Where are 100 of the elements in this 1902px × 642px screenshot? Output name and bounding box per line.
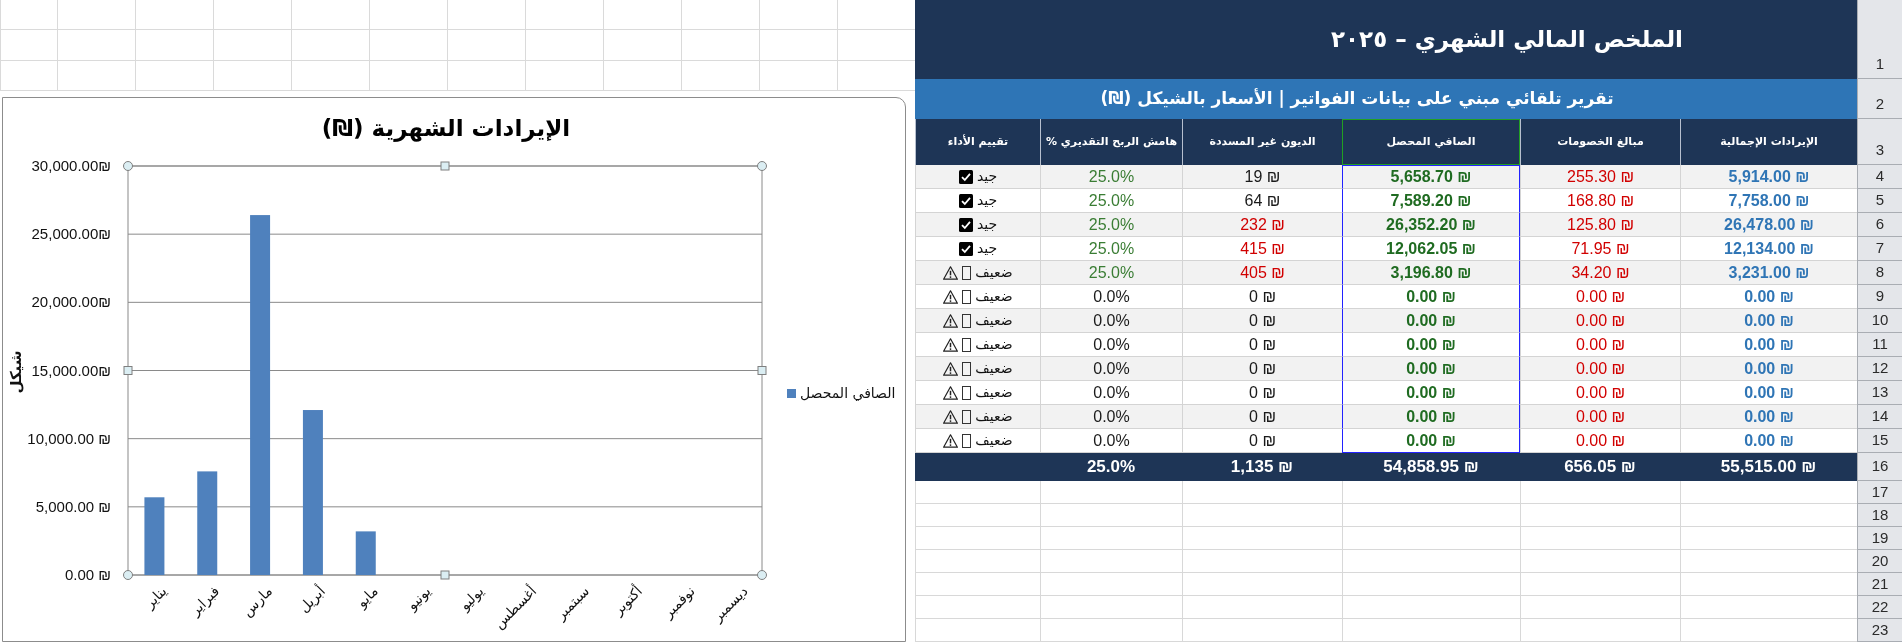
empty-cell[interactable] [447,61,525,91]
empty-cell[interactable] [603,30,681,61]
row-number[interactable]: 6 [1857,213,1902,237]
selection-handle-icon[interactable] [123,366,133,375]
empty-cell[interactable] [291,30,369,61]
empty-cell[interactable] [291,0,369,30]
selection-handle-icon[interactable] [757,161,767,171]
row-number[interactable]: 21 [1857,573,1902,596]
empty-cell[interactable] [369,0,447,30]
empty-cell[interactable] [759,30,837,61]
empty-cell[interactable] [1182,504,1342,527]
empty-cell[interactable] [1182,573,1342,596]
row-number[interactable]: 18 [1857,504,1902,527]
row-number[interactable]: 22 [1857,596,1902,619]
empty-cell[interactable] [759,61,837,91]
empty-cell[interactable] [57,61,135,91]
empty-cell[interactable] [135,61,213,91]
empty-cell[interactable] [1520,550,1680,573]
empty-cell[interactable] [915,573,1040,596]
row-number[interactable]: 20 [1857,550,1902,573]
empty-cell[interactable] [447,0,525,30]
row-number[interactable]: 10 [1857,309,1902,333]
empty-cell[interactable] [915,527,1040,550]
row-number[interactable]: 19 [1857,527,1902,550]
empty-cell[interactable] [213,0,291,30]
selection-handle-icon[interactable] [757,366,767,375]
row-number[interactable]: 7 [1857,237,1902,261]
row-number[interactable]: 12 [1857,357,1902,381]
empty-cell[interactable] [1342,504,1520,527]
empty-cell[interactable] [1182,619,1342,642]
empty-cell[interactable] [681,61,759,91]
row-number[interactable]: 8 [1857,261,1902,285]
row-number[interactable]: 16 [1857,453,1902,481]
empty-cell[interactable] [135,0,213,30]
empty-cell[interactable] [1520,619,1680,642]
empty-cell[interactable] [1040,596,1182,619]
empty-cell[interactable] [915,619,1040,642]
empty-cell[interactable] [1342,550,1520,573]
row-number[interactable]: 3 [1857,119,1902,165]
empty-cell[interactable] [369,30,447,61]
empty-cell[interactable] [1520,481,1680,504]
empty-cell[interactable] [681,0,759,30]
selection-handle-icon[interactable] [123,570,133,580]
empty-cell[interactable] [1040,573,1182,596]
empty-cell[interactable] [915,596,1040,619]
empty-cell[interactable] [759,0,837,30]
empty-cell[interactable] [0,61,57,91]
empty-cell[interactable] [291,61,369,91]
empty-cell[interactable] [1040,550,1182,573]
empty-cell[interactable] [135,30,213,61]
selection-handle-icon[interactable] [440,570,450,580]
selection-handle-icon[interactable] [757,570,767,580]
row-number[interactable]: 5 [1857,189,1902,213]
row-number[interactable]: 11 [1857,333,1902,357]
empty-cell[interactable] [525,0,603,30]
empty-cell[interactable] [447,30,525,61]
row-number[interactable]: 23 [1857,619,1902,642]
empty-cell[interactable] [525,61,603,91]
empty-cell[interactable] [57,0,135,30]
empty-cell[interactable] [915,481,1040,504]
empty-cell[interactable] [1182,550,1342,573]
row-number[interactable]: 17 [1857,481,1902,504]
empty-cell[interactable] [1040,619,1182,642]
empty-cell[interactable] [915,504,1040,527]
row-number[interactable]: 9 [1857,285,1902,309]
empty-cell[interactable] [57,30,135,61]
empty-cell[interactable] [1520,527,1680,550]
row-number[interactable]: 14 [1857,405,1902,429]
empty-cell[interactable] [1520,573,1680,596]
row-number[interactable]: 13 [1857,381,1902,405]
empty-cell[interactable] [603,0,681,30]
empty-cell[interactable] [0,30,57,61]
empty-cell[interactable] [1182,481,1342,504]
empty-cell[interactable] [1040,504,1182,527]
empty-cell[interactable] [1342,481,1520,504]
empty-cell[interactable] [1520,596,1680,619]
row-number[interactable]: 15 [1857,429,1902,453]
empty-cell[interactable] [213,61,291,91]
empty-cell[interactable] [1182,596,1342,619]
empty-cell[interactable] [525,30,603,61]
empty-cell[interactable] [1520,504,1680,527]
empty-cell[interactable] [681,30,759,61]
empty-cell[interactable] [1342,527,1520,550]
empty-cell[interactable] [1342,619,1520,642]
empty-cell[interactable] [915,550,1040,573]
empty-cell[interactable] [1342,573,1520,596]
empty-cell[interactable] [1182,527,1342,550]
row-number[interactable]: 2 [1857,79,1902,119]
row-number[interactable]: 1 [1857,0,1902,79]
empty-cell[interactable] [369,61,447,91]
chart-title: الإيرادات الشهرية (₪) [321,113,571,144]
selection-handle-icon[interactable] [440,161,450,171]
selection-handle-icon[interactable] [123,161,133,171]
empty-cell[interactable] [0,0,57,30]
row-number[interactable]: 4 [1857,165,1902,189]
empty-cell[interactable] [1040,527,1182,550]
empty-cell[interactable] [1040,481,1182,504]
empty-cell[interactable] [603,61,681,91]
empty-cell[interactable] [1342,596,1520,619]
empty-cell[interactable] [213,30,291,61]
